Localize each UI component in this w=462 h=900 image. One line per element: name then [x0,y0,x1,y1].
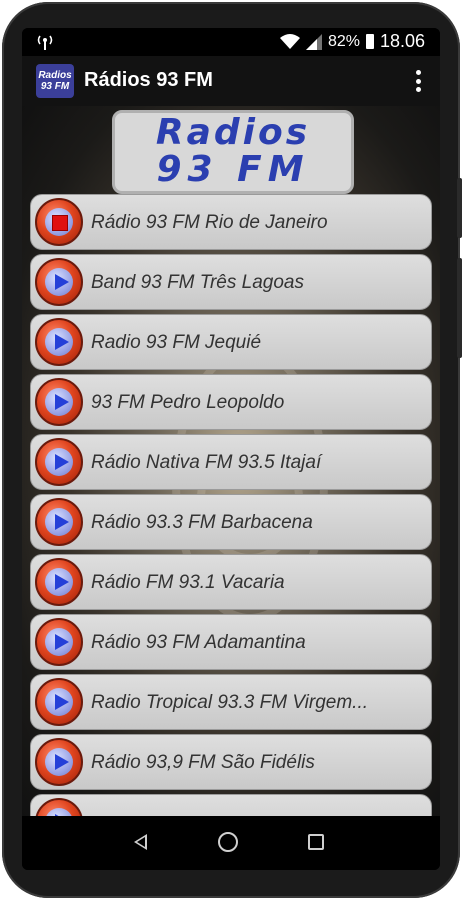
station-item[interactable]: Rádio 93.3 FM Barbacena [30,494,432,550]
clock: 18.06 [380,31,426,51]
play-button[interactable] [35,438,83,486]
station-item[interactable]: Radio 93 FM Jequié [30,314,432,370]
station-name: Rádio Nativa FM 93.5 Itajaí [91,452,322,473]
screen: 82% 18.06 Radios 93 FM Rádios 93 FM Radi… [22,28,440,870]
station-item[interactable]: Rádio Nativa FM 93.5 Itajaí [30,434,432,490]
navigation-bar [22,816,440,870]
volume-button [457,178,462,238]
recents-icon[interactable] [308,834,324,850]
station-item[interactable]: Radio Tropical 93.3 FM Virgem... [30,674,432,730]
station-name: Rádio 93,9 FM São Fidélis [91,752,315,773]
banner-line1: Radios [155,112,311,153]
station-item[interactable]: Rádio 93 FM Adamantina [30,614,432,670]
wifi-icon [280,34,300,49]
play-icon [55,394,69,410]
app-logo-line2: 93 FM [40,81,70,92]
station-list: Rádio 93 FM Rio de Janeiro Band 93 FM Tr… [30,194,432,816]
signal-icon [306,34,322,50]
play-button[interactable] [35,318,83,366]
station-item[interactable]: Rádio FM 93.1 Vacaria [30,554,432,610]
station-name: Rádio 93.3 FM Barbacena [91,512,313,533]
battery-icon [366,34,374,49]
station-name [91,795,421,816]
play-icon [55,574,69,590]
home-icon[interactable] [218,832,238,852]
play-button[interactable] [35,378,83,426]
station-name: Radio Tropical 93.3 FM Virgem... [91,692,369,713]
play-button[interactable] [35,258,83,306]
play-icon [55,514,69,530]
banner-line2: 93 FM [156,149,310,190]
stop-icon [52,215,68,231]
back-icon-inner [137,837,145,847]
station-name: Rádio 93 FM Rio de Janeiro [91,212,328,233]
play-icon [55,334,69,350]
battery-level: 82% [328,33,361,50]
station-item[interactable]: Rádio 93 FM Rio de Janeiro [30,194,432,250]
station-name: Band 93 FM Três Lagoas [91,272,304,293]
app-title: Rádios 93 FM [84,69,213,91]
station-name: Rádio FM 93.1 Vacaria [91,572,285,593]
status-bar: 82% 18.06 [22,28,440,56]
content-area: Radios 93 FM Rádio 93 FM Rio de Janeiro … [22,106,440,816]
play-button[interactable] [35,738,83,786]
play-icon [55,274,69,290]
station-name: 93 FM Pedro Leopoldo [91,392,285,413]
power-button [457,258,462,358]
station-item[interactable] [30,794,432,816]
station-name: Rádio 93 FM Adamantina [91,632,306,653]
station-item[interactable]: Band 93 FM Três Lagoas [30,254,432,310]
play-icon [55,694,69,710]
play-button[interactable] [35,678,83,726]
app-logo: Radios 93 FM [36,64,74,98]
stop-button[interactable] [35,198,83,246]
station-item[interactable]: Rádio 93,9 FM São Fidélis [30,734,432,790]
more-vert-icon[interactable] [408,67,428,95]
play-icon [55,754,69,770]
play-icon [55,634,69,650]
app-logo-line1: Radios [38,70,72,81]
play-button[interactable] [35,798,83,816]
play-button[interactable] [35,558,83,606]
play-button[interactable] [35,498,83,546]
station-item[interactable]: 93 FM Pedro Leopoldo [30,374,432,430]
broadcast-icon [37,35,53,50]
banner-logo: Radios 93 FM [112,110,354,194]
play-icon [55,454,69,470]
station-name: Radio 93 FM Jequié [91,332,262,353]
play-button[interactable] [35,618,83,666]
app-bar: Radios 93 FM Rádios 93 FM [22,56,440,106]
